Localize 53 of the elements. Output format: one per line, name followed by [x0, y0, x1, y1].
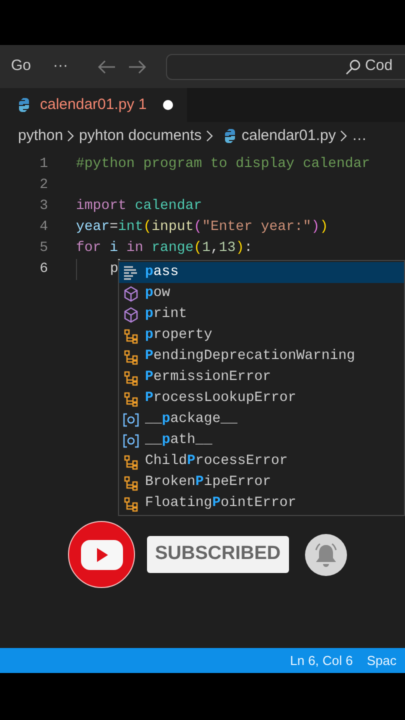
- suggestion-item[interactable]: pass: [119, 262, 404, 283]
- search-field[interactable]: Cod: [166, 54, 405, 80]
- code-line: import calendar: [76, 197, 202, 216]
- code-line: year=int(input("Enter year:")): [76, 218, 328, 237]
- search-icon: [345, 58, 362, 74]
- back-arrow-icon[interactable]: [98, 60, 116, 74]
- line-number: 5: [38, 239, 48, 258]
- suggestion-item[interactable]: BrokenPipeError: [119, 472, 404, 493]
- class-icon: [123, 348, 139, 364]
- line-number: 6: [38, 260, 48, 279]
- class-icon: [123, 454, 139, 470]
- forward-arrow-icon[interactable]: [128, 60, 146, 74]
- breadcrumb-item[interactable]: calendar01.py: [242, 124, 336, 148]
- suggestion-item[interactable]: property: [119, 325, 404, 346]
- suggestion-item[interactable]: PendingDeprecationWarning: [119, 346, 404, 367]
- suggestion-item[interactable]: ChildProcessError: [119, 451, 404, 472]
- current-code-line: p: [110, 260, 118, 279]
- suggestion-item[interactable]: __package__: [119, 409, 404, 430]
- variable-icon: [123, 412, 139, 428]
- chevron-icon: [67, 130, 76, 142]
- line-number: 2: [38, 176, 48, 195]
- cube-icon: [123, 286, 139, 302]
- breadcrumb-item[interactable]: pyhton documents: [79, 124, 202, 148]
- breadcrumb-item[interactable]: python: [18, 124, 64, 148]
- notification-bell-button[interactable]: [304, 534, 347, 576]
- breadcrumb-item[interactable]: …: [352, 124, 367, 148]
- chevron-icon: [340, 130, 348, 142]
- cube-icon: [123, 306, 139, 322]
- class-icon: [123, 474, 139, 490]
- suggestion-item[interactable]: __path__: [119, 430, 404, 451]
- suggestion-item[interactable]: ProcessLookupError: [119, 388, 404, 409]
- suggestion-item[interactable]: pow: [119, 283, 404, 304]
- class-icon: [123, 496, 139, 512]
- line-number: 1: [38, 155, 48, 174]
- python-file-icon: [16, 97, 32, 113]
- class-icon: [123, 328, 139, 344]
- editor-tab[interactable]: calendar01.py 1: [0, 88, 187, 122]
- suggestion-item[interactable]: print: [119, 304, 404, 325]
- suggestion-item[interactable]: FloatingPointError: [119, 493, 404, 514]
- class-icon: [123, 370, 139, 386]
- code-line: #python program to display calendar: [76, 155, 370, 174]
- variable-icon: [123, 432, 139, 448]
- subscribed-button[interactable]: SUBSCRIBED: [147, 536, 289, 573]
- more-button[interactable]: ···: [53, 55, 68, 78]
- menu-item[interactable]: Go: [11, 55, 32, 78]
- play-icon: [80, 538, 124, 570]
- keyword-icon: [123, 264, 139, 280]
- line-number: 3: [38, 197, 48, 216]
- line-number: 4: [38, 218, 48, 237]
- code-line: for i in range(1,13):: [76, 239, 252, 258]
- suggestion-item[interactable]: PermissionError: [119, 367, 404, 388]
- chevron-icon: [206, 130, 214, 142]
- class-icon: [123, 390, 139, 406]
